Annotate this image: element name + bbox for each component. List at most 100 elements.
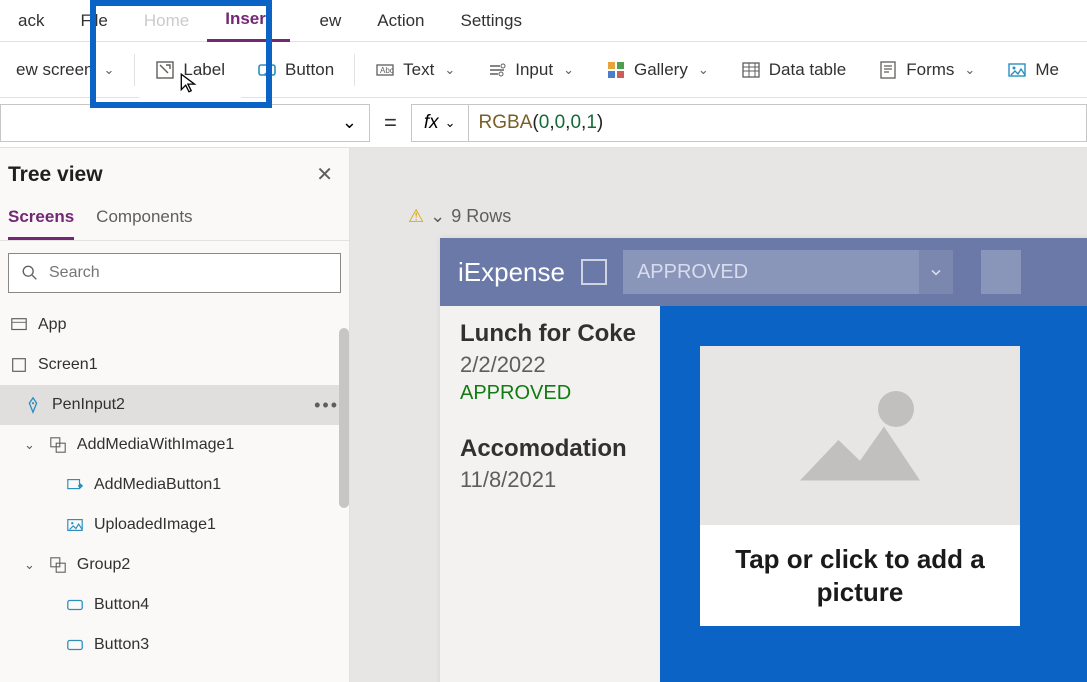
input-icon xyxy=(487,60,507,80)
rows-label: 9 Rows xyxy=(451,206,511,227)
add-picture-label: Tap or click to add a picture xyxy=(700,525,1020,626)
group-icon xyxy=(49,436,67,454)
chevron-down-icon[interactable]: ⌄ xyxy=(24,557,35,573)
chevron-down-icon[interactable]: ⌄ xyxy=(430,206,445,227)
button-icon xyxy=(257,60,277,80)
tree-label: Button3 xyxy=(94,636,149,654)
formula-input[interactable]: RGBA(0, 0, 0, 1) xyxy=(469,104,1087,142)
dropdown-value: APPROVED xyxy=(637,261,748,284)
tree-item-group2[interactable]: ⌄ Group2 xyxy=(0,545,349,585)
button-button[interactable]: Button xyxy=(241,42,350,98)
menu-settings[interactable]: Settings xyxy=(443,0,540,42)
tree-item-addmediabutton[interactable]: AddMediaButton1 xyxy=(0,465,349,505)
image-icon xyxy=(66,516,84,534)
media-button[interactable]: Me xyxy=(991,42,1075,98)
svg-text:Abc: Abc xyxy=(380,66,394,75)
chevron-down-icon: ⌄ xyxy=(964,62,975,78)
fx-label: fx xyxy=(424,112,439,134)
media-button-icon xyxy=(66,476,84,494)
datatable-icon xyxy=(741,60,761,80)
datatable-button[interactable]: Data table xyxy=(725,42,863,98)
tree-item-screen1[interactable]: Screen1 xyxy=(0,345,349,385)
menu-view[interactable]: ew xyxy=(290,0,360,42)
tree-tabs: Screens Components xyxy=(0,193,349,241)
text-label: Text xyxy=(403,60,434,80)
gallery-icon xyxy=(606,60,626,80)
tree-item-addmedia[interactable]: ⌄ AddMediaWithImage1 xyxy=(0,425,349,465)
new-screen-button[interactable]: ew screen ⌄ xyxy=(0,42,130,98)
tree-item-button3[interactable]: Button3 xyxy=(0,625,349,665)
expense-date: 11/8/2021 xyxy=(460,467,660,493)
tree-label: App xyxy=(38,316,66,334)
menu-bar: ack File Home Insert ew Action Settings xyxy=(0,0,1087,42)
main-area: Tree view ✕ Screens Components App Scree… xyxy=(0,148,1087,682)
chevron-down-icon: ⌄ xyxy=(342,112,357,133)
menu-back[interactable]: ack xyxy=(0,0,62,42)
tree-label: Screen1 xyxy=(38,356,98,374)
menu-home[interactable]: Home xyxy=(126,0,207,42)
canvas: ⚠ ⌄ 9 Rows iExpense APPROVED Lunch for C… xyxy=(350,148,1087,682)
menu-action[interactable]: Action xyxy=(359,0,442,42)
text-button[interactable]: Abc Text⌄ xyxy=(359,42,471,98)
tree-item-app[interactable]: App xyxy=(0,305,349,345)
expense-list: Lunch for Coke 2/2/2022 APPROVED Accomod… xyxy=(440,306,660,682)
media-label: Me xyxy=(1035,60,1059,80)
expense-title: Accomodation xyxy=(460,435,660,463)
app-body: Lunch for Coke 2/2/2022 APPROVED Accomod… xyxy=(440,306,1087,682)
tab-components[interactable]: Components xyxy=(96,201,192,240)
tab-screens[interactable]: Screens xyxy=(8,201,74,240)
property-dropdown[interactable]: ⌄ xyxy=(0,104,370,142)
expense-date: 2/2/2022 xyxy=(460,352,660,378)
tree-label: AddMediaButton1 xyxy=(94,476,221,494)
status-dropdown[interactable]: APPROVED xyxy=(623,250,953,294)
new-screen-label: ew screen xyxy=(16,60,93,80)
media-icon xyxy=(1007,60,1027,80)
tree-view-title: Tree view xyxy=(8,163,103,187)
gallery-button[interactable]: Gallery⌄ xyxy=(590,42,725,98)
input-label: Input xyxy=(515,60,553,80)
chevron-down-icon[interactable]: ⌄ xyxy=(24,437,35,453)
forms-label: Forms xyxy=(906,60,954,80)
separator xyxy=(354,54,355,86)
equals-sign: = xyxy=(370,110,411,136)
app-preview[interactable]: iExpense APPROVED Lunch for Coke 2/2/202… xyxy=(440,238,1087,682)
detail-panel: Tap or click to add a picture xyxy=(660,306,1087,682)
formula-fn: RGBA xyxy=(479,112,533,134)
label-text: Label xyxy=(183,60,225,80)
close-icon[interactable]: ✕ xyxy=(316,162,333,187)
app-header: iExpense APPROVED xyxy=(440,238,1087,306)
chevron-down-icon: ⌄ xyxy=(103,62,114,78)
ribbon: ew screen⌄ Label Button Abc Text⌄ Input⌄… xyxy=(0,42,1087,98)
warning-icon: ⚠ xyxy=(408,206,424,227)
search-box[interactable] xyxy=(8,253,341,293)
scrollbar[interactable] xyxy=(339,328,349,508)
expense-status: APPROVED xyxy=(460,382,660,405)
rows-indicator: ⚠ ⌄ 9 Rows xyxy=(408,206,511,227)
more-icon[interactable]: ••• xyxy=(314,395,339,416)
add-picture-control[interactable]: Tap or click to add a picture xyxy=(700,346,1020,626)
app-title: iExpense xyxy=(458,257,565,288)
header-button[interactable] xyxy=(981,250,1021,294)
screen-icon xyxy=(10,356,28,374)
forms-button[interactable]: Forms ⌄ xyxy=(862,42,991,98)
menu-insert[interactable]: Insert xyxy=(207,0,289,42)
image-icon xyxy=(878,391,914,427)
tree-label: Group2 xyxy=(77,556,130,574)
list-item[interactable]: Lunch for Coke 2/2/2022 APPROVED xyxy=(460,320,660,405)
checkbox[interactable] xyxy=(581,259,607,285)
text-icon: Abc xyxy=(375,60,395,80)
fx-button[interactable]: fx⌄ xyxy=(411,104,469,142)
label-button[interactable]: Label xyxy=(139,42,241,98)
tree-label: PenInput2 xyxy=(52,396,125,414)
button-label: Button xyxy=(285,60,334,80)
list-item[interactable]: Accomodation 11/8/2021 xyxy=(460,435,660,493)
tree-item-uploadedimage[interactable]: UploadedImage1 xyxy=(0,505,349,545)
input-button[interactable]: Input ⌄ xyxy=(471,42,590,98)
chevron-down-icon: ⌄ xyxy=(563,62,574,78)
search-input[interactable] xyxy=(49,264,328,282)
menu-file[interactable]: File xyxy=(62,0,125,42)
tree-item-peninput2[interactable]: PenInput2 ••• xyxy=(0,385,349,425)
gallery-label: Gallery xyxy=(634,60,688,80)
tree-item-button4[interactable]: Button4 xyxy=(0,585,349,625)
formula-bar: ⌄ = fx⌄ RGBA(0, 0, 0, 1) xyxy=(0,98,1087,148)
